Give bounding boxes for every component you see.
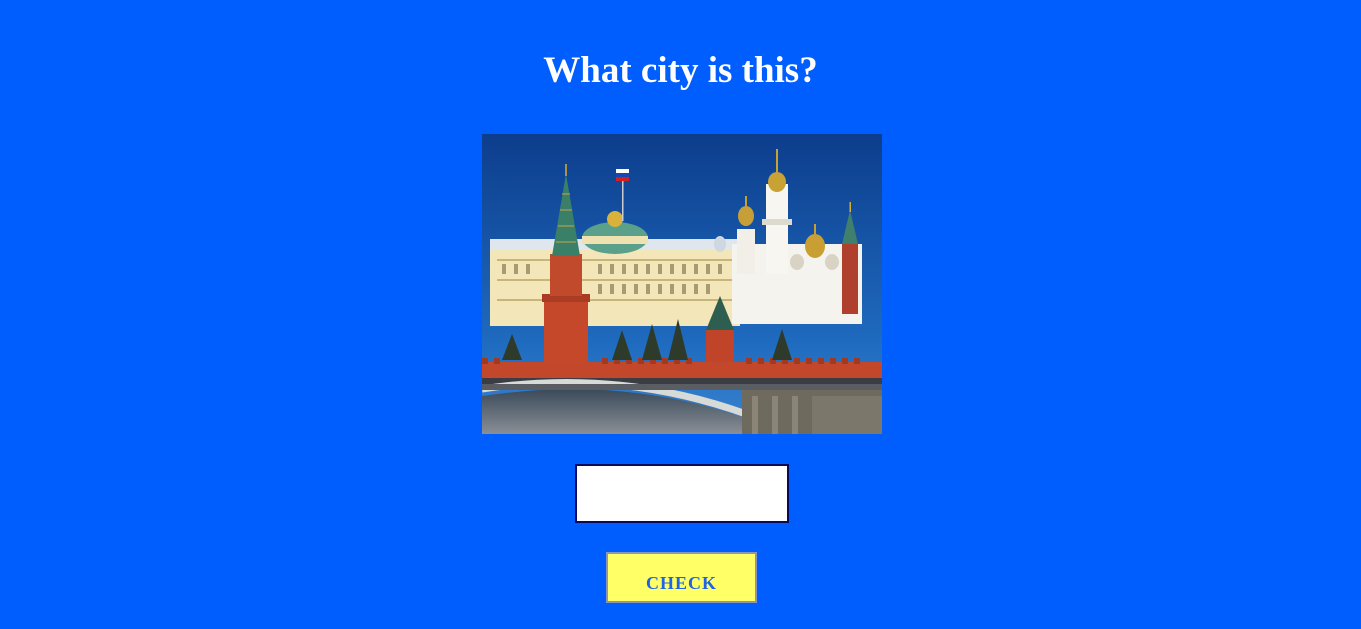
check-button[interactable]: CHECK bbox=[606, 552, 757, 603]
city-photo bbox=[482, 134, 882, 434]
city-answer-input[interactable] bbox=[575, 464, 789, 523]
quiz-page: What city is this? check bbox=[0, 0, 1361, 629]
question-title: What city is this? bbox=[543, 50, 818, 91]
